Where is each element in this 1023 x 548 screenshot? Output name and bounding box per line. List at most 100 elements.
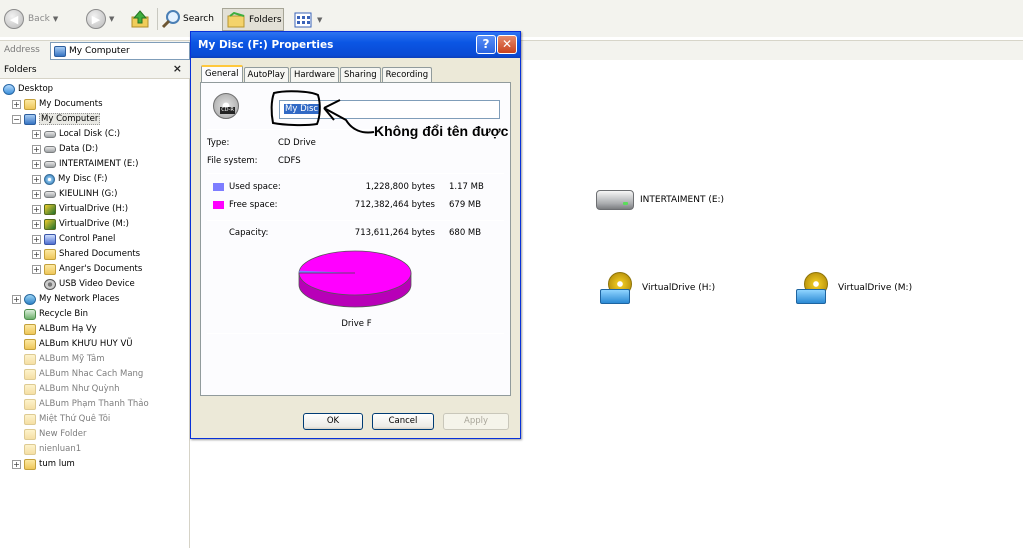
tree-item-label: INTERTAIMENT (E:) xyxy=(59,159,139,169)
disk-usage-pie xyxy=(298,250,412,308)
free-space-label: Free space: xyxy=(229,200,278,210)
expand-icon[interactable]: + xyxy=(32,129,41,139)
tree-item-miet-thu-que-toi[interactable]: Miệt Thứ Quê Tôi xyxy=(24,412,110,426)
tree-item-new-folder[interactable]: New Folder xyxy=(24,427,87,441)
tree-item-data-d[interactable]: + Data (D:) xyxy=(32,142,98,156)
tree-item-angers-documents[interactable]: + Anger's Documents xyxy=(32,262,142,276)
tree-item-album-nhac-cach-mang[interactable]: ALBum Nhac Cach Mang xyxy=(24,367,143,381)
help-button[interactable]: ? xyxy=(476,35,496,54)
used-space-swatch xyxy=(213,183,224,191)
tree-item-nienluan1[interactable]: nienluan1 xyxy=(24,442,81,456)
tree-item-my-disc-f[interactable]: + My Disc (F:) xyxy=(32,172,108,186)
tab-sharing[interactable]: Sharing xyxy=(340,67,381,82)
dialog-tabs: General AutoPlay Hardware Sharing Record… xyxy=(201,65,433,82)
close-button[interactable]: ✕ xyxy=(497,35,517,54)
folders-button[interactable]: Folders xyxy=(222,8,284,31)
expand-icon[interactable]: + xyxy=(32,249,41,259)
tree-item-usb-video-device[interactable]: USB Video Device xyxy=(44,277,135,291)
tree-item-shared-documents[interactable]: + Shared Documents xyxy=(32,247,140,261)
tree-item-recycle-bin[interactable]: Recycle Bin xyxy=(24,307,88,321)
drive-icon xyxy=(44,160,56,168)
virtual-drive-icon xyxy=(796,272,832,304)
views-button[interactable]: ▼ xyxy=(294,8,324,31)
views-icon xyxy=(294,12,312,27)
tab-general[interactable]: General xyxy=(201,65,243,82)
tree-item-label: Anger's Documents xyxy=(59,264,143,274)
address-label: Address xyxy=(4,45,40,55)
tree-item-label: New Folder xyxy=(39,429,87,439)
tree-item-my-documents[interactable]: + My Documents xyxy=(12,97,103,111)
tree-item-label: ALBum Hạ Vy xyxy=(39,324,97,334)
tree-item-my-network-places[interactable]: + My Network Places xyxy=(12,292,119,306)
computer-icon xyxy=(54,45,66,57)
tree-item-label: Data (D:) xyxy=(59,144,99,154)
up-button[interactable] xyxy=(130,8,150,30)
tree-item-album-nhu-quynh[interactable]: ALBum Như Quỳnh xyxy=(24,382,119,396)
expand-icon[interactable]: + xyxy=(12,99,21,109)
tab-autoplay[interactable]: AutoPlay xyxy=(243,67,289,82)
tree-item-label: My Computer xyxy=(39,113,101,125)
cancel-button[interactable]: Cancel xyxy=(372,413,434,430)
tab-hardware[interactable]: Hardware xyxy=(289,67,340,82)
file-system-label: File system: xyxy=(207,156,258,166)
tree-item-label: My Documents xyxy=(39,99,103,109)
search-button[interactable]: Search xyxy=(161,8,214,30)
annotation-text: Không đổi tên được xyxy=(374,123,509,139)
expand-icon[interactable]: + xyxy=(32,174,41,184)
forward-button[interactable]: ▶ ▼ xyxy=(86,8,114,30)
tree-item-album-pham-thanh-thao[interactable]: ALBum Phạm Thanh Thảo xyxy=(24,397,149,411)
free-space-bytes: 712,382,464 bytes xyxy=(354,200,435,210)
drive-item-virtualdrive-h[interactable]: VirtualDrive (H:) xyxy=(600,272,715,304)
folder-icon xyxy=(227,11,245,27)
back-button[interactable]: ◀ Back ▼ xyxy=(4,8,58,30)
dialog-title: My Disc (F:) Properties xyxy=(198,39,334,51)
tree-item-my-computer[interactable]: − My Computer xyxy=(12,112,101,126)
tree-item-album-my-tam[interactable]: ALBum Mỹ Tâm xyxy=(24,352,105,366)
folders-pane-header: Folders × xyxy=(0,60,190,79)
toolbar-separator xyxy=(157,8,158,30)
tree-item-album-ha-vy[interactable]: ALBum Hạ Vy xyxy=(24,322,97,336)
expand-icon[interactable]: + xyxy=(12,294,21,304)
ok-button[interactable]: OK xyxy=(303,413,363,430)
folders-pane: Folders × Desktop + My Documents − My Co… xyxy=(0,60,190,548)
expand-icon[interactable]: + xyxy=(32,159,41,169)
expand-icon[interactable]: + xyxy=(12,459,21,469)
address-field[interactable]: My Computer xyxy=(50,42,190,60)
drive-item-intertaiment-e[interactable]: INTERTAIMENT (E:) xyxy=(596,190,724,210)
folder-icon xyxy=(24,98,36,110)
tab-recording[interactable]: Recording xyxy=(381,67,433,82)
collapse-icon[interactable]: − xyxy=(12,114,21,124)
free-space-mb: 679 MB xyxy=(449,200,482,210)
desktop-icon xyxy=(3,83,15,95)
drive-label: VirtualDrive (H:) xyxy=(642,283,716,293)
divider xyxy=(207,333,504,334)
tree-item-kieulinh-g[interactable]: + KIEULINH (G:) xyxy=(32,187,117,201)
tree-item-label: My Disc (F:) xyxy=(58,174,108,184)
folders-pane-title: Folders xyxy=(4,65,37,75)
tree-item-tum-lum[interactable]: + tum lum xyxy=(12,457,75,471)
apply-button[interactable]: Apply xyxy=(443,413,509,430)
drive-item-virtualdrive-m[interactable]: VirtualDrive (M:) xyxy=(796,272,912,304)
tree-item-control-panel[interactable]: + Control Panel xyxy=(32,232,115,246)
virtual-drive-icon xyxy=(44,203,56,215)
expand-icon[interactable]: + xyxy=(32,234,41,244)
tree-item-virtualdrive-m[interactable]: + VirtualDrive (M:) xyxy=(32,217,129,231)
back-dropdown-icon[interactable]: ▼ xyxy=(53,15,58,23)
tree-item-intertaiment-e[interactable]: + INTERTAIMENT (E:) xyxy=(32,157,138,171)
expand-icon[interactable]: + xyxy=(32,219,41,229)
tree-item-local-disk-c[interactable]: + Local Disk (C:) xyxy=(32,127,120,141)
tree-item-desktop[interactable]: Desktop xyxy=(3,82,53,96)
back-arrow-icon: ◀ xyxy=(4,9,24,29)
dialog-titlebar[interactable]: My Disc (F:) Properties ? ✕ xyxy=(191,32,520,58)
close-pane-icon[interactable]: × xyxy=(173,62,182,75)
expand-icon[interactable]: + xyxy=(32,264,41,274)
tree-item-virtualdrive-h[interactable]: + VirtualDrive (H:) xyxy=(32,202,128,216)
expand-icon[interactable]: + xyxy=(32,144,41,154)
tree-item-album-khuu-huy-vu[interactable]: ALBum KHƯU HUY VŨ xyxy=(24,337,132,351)
search-icon xyxy=(161,10,180,29)
expand-icon[interactable]: + xyxy=(32,189,41,199)
expand-icon[interactable]: + xyxy=(32,204,41,214)
tree-item-label: VirtualDrive (M:) xyxy=(59,219,129,229)
cd-badge: CD-R xyxy=(220,107,235,114)
forward-dropdown-icon[interactable]: ▼ xyxy=(109,15,114,23)
